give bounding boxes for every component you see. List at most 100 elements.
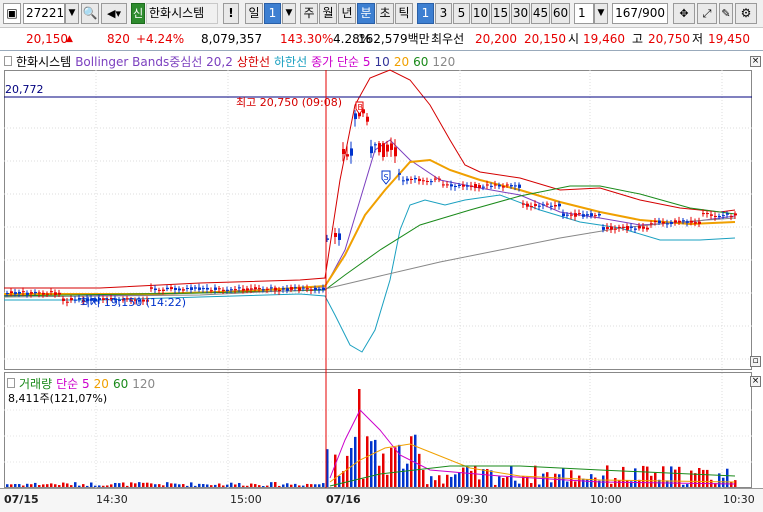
candle-body [614, 228, 617, 230]
volume-bar [642, 465, 645, 487]
volume-bar [74, 482, 77, 487]
volume-bar [618, 480, 621, 487]
volume-bar [98, 485, 101, 487]
volume-bar [78, 485, 81, 487]
volume-bar [186, 485, 189, 487]
candle-body [194, 287, 197, 289]
candle-body [422, 180, 425, 182]
candle-body [694, 222, 697, 224]
volume-bar [582, 478, 585, 487]
volume-bar [318, 484, 321, 487]
volume-bar [166, 482, 169, 487]
indicator-lines [3, 69, 736, 353]
volume-bar [498, 476, 501, 487]
volume-bar [122, 482, 125, 487]
volume-bar [58, 485, 61, 487]
candle-body [522, 203, 525, 205]
volume-bar [606, 465, 609, 487]
volume-bar [238, 482, 241, 487]
candle-body [274, 287, 277, 291]
axis-label: 09:30 [456, 493, 488, 506]
volume-toggle-icon[interactable] [7, 378, 15, 388]
candle-body [558, 203, 561, 207]
volume-bar [206, 484, 209, 487]
volume-bar [290, 484, 293, 487]
candle-body [410, 178, 413, 180]
candle-body [334, 233, 337, 237]
volume-bar [298, 485, 301, 487]
candle-body [458, 184, 461, 186]
volume-bar [230, 482, 233, 487]
candle-body [610, 226, 613, 230]
candle-body [158, 289, 161, 291]
volume-bar [694, 473, 697, 487]
candle-body [294, 287, 297, 289]
volume-panel-close-icon[interactable]: × [750, 376, 761, 387]
candle-body [238, 287, 241, 289]
candle-body [646, 227, 649, 230]
candle-body [270, 287, 273, 289]
volume-bar [550, 482, 553, 487]
volume-bar [454, 474, 457, 487]
candle-body [222, 289, 225, 291]
candle-body [578, 213, 581, 215]
volume-bar [306, 483, 309, 487]
candle-body [698, 221, 701, 224]
candle-body [346, 154, 349, 157]
candle-body [254, 287, 257, 290]
candle-body [154, 288, 157, 291]
volume-bar [134, 483, 137, 487]
ma60-line [3, 185, 736, 297]
volume-bar [10, 484, 13, 487]
candle-body [562, 213, 565, 217]
panel-close-icon[interactable]: × [750, 56, 761, 67]
candle-body [302, 287, 305, 289]
legend-vol-ma120: 120 [132, 377, 156, 391]
volume-bar [194, 485, 197, 487]
volume-bar [102, 485, 105, 487]
candle-body [518, 184, 521, 188]
time-axis[interactable]: 07/15 14:30 15:00 07/16 09:30 10:00 10:3… [0, 488, 763, 512]
volume-bar [690, 470, 693, 487]
volume-bar [258, 485, 261, 487]
volume-bar [86, 485, 89, 487]
volume-bar [282, 484, 285, 487]
volume-bar [246, 485, 249, 487]
candle-body [590, 213, 593, 217]
volume-bar [398, 444, 401, 487]
candle-body [318, 288, 321, 291]
candle-body [642, 226, 645, 229]
candle-body [538, 205, 541, 207]
candle-body [306, 288, 309, 290]
axis-label: 07/15 [4, 493, 39, 506]
candle-body [526, 203, 529, 207]
candle-body [594, 215, 597, 217]
volume-bar [478, 479, 481, 487]
candle-body [534, 204, 537, 206]
candle-body [530, 206, 533, 208]
candle-body [22, 291, 25, 293]
volume-bar [426, 484, 429, 487]
candle-body [198, 287, 201, 290]
volume-bar [310, 484, 313, 487]
candle-body [366, 116, 369, 122]
candle-body [702, 213, 705, 215]
candle-body [602, 227, 605, 230]
volume-bar [678, 466, 681, 487]
candle-body [70, 298, 73, 301]
volume-bar [146, 482, 149, 487]
volume-bar [682, 484, 685, 487]
low-annotation: 최저 19,150 (14:22) [80, 296, 186, 309]
volume-bar [686, 484, 689, 487]
volume-bar [226, 484, 229, 487]
candle-body [474, 184, 477, 188]
volume-bar [30, 484, 33, 487]
panel-resize-icon[interactable]: ▫ [750, 356, 761, 367]
candle-body [314, 288, 317, 291]
candle-body [686, 221, 689, 223]
volume-bar [26, 483, 29, 487]
candle-body [74, 299, 77, 301]
volume-bar [610, 483, 613, 487]
volume-bar [262, 485, 265, 487]
candle-body [542, 204, 545, 206]
